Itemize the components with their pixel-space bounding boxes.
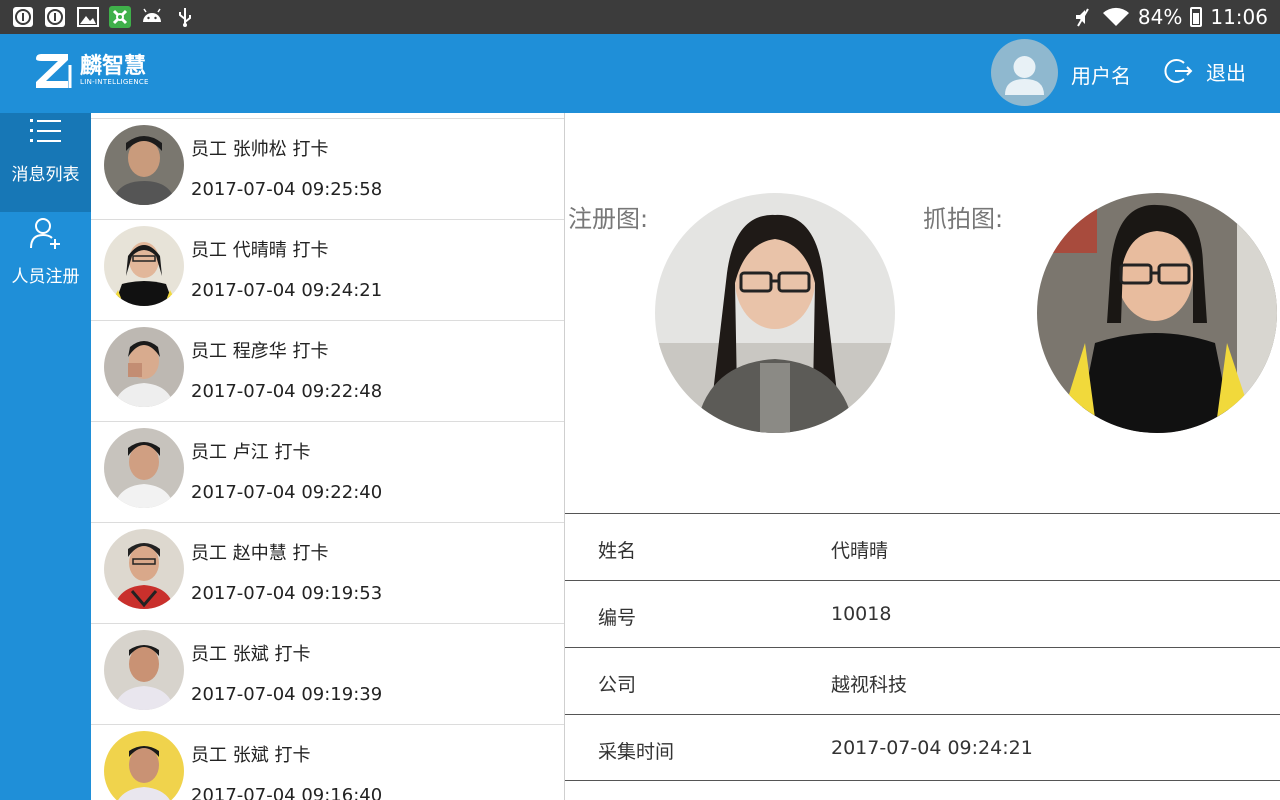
- nav-item-register[interactable]: 人员注册: [0, 213, 91, 312]
- avatar: [104, 125, 184, 205]
- app-icon: [109, 6, 131, 28]
- wifi-icon: [1102, 7, 1129, 27]
- avatar: [104, 428, 184, 508]
- info-value: 越视科技: [831, 674, 908, 696]
- logo-name: 麟智慧: [80, 54, 147, 79]
- list-item[interactable]: 员工 代晴晴 打卡 2017-07-04 09:24:21: [91, 219, 564, 320]
- logo-subtitle: LIN-INTELLIGENCE: [80, 78, 149, 86]
- status-bar: 84% 11:06: [0, 0, 1280, 34]
- image-icon: [77, 7, 99, 27]
- avatar: [104, 226, 184, 306]
- info-key: 姓名: [598, 540, 637, 562]
- list-item[interactable]: 员工 张帅松 打卡 2017-07-04 09:25:58: [91, 118, 564, 219]
- logout-button[interactable]: 退出: [1164, 56, 1246, 86]
- user-avatar[interactable]: [991, 39, 1058, 106]
- message-time: 2017-07-04 09:22:40: [191, 482, 383, 503]
- message-title: 员工 张斌 打卡: [191, 745, 311, 766]
- info-value: 代晴晴: [831, 540, 889, 562]
- message-title: 员工 代晴晴 打卡: [191, 240, 329, 261]
- info-row-name: 姓名 代晴晴: [565, 513, 1280, 580]
- user-silhouette-icon: [1005, 56, 1044, 95]
- clock: 11:06: [1210, 5, 1268, 29]
- info-row-id: 编号 10018: [565, 580, 1280, 647]
- message-title: 员工 赵中慧 打卡: [191, 543, 329, 564]
- usb-icon: [179, 8, 191, 27]
- info-key: 公司: [598, 674, 637, 696]
- nav-label: 人员注册: [11, 267, 80, 287]
- message-time: 2017-07-04 09:22:48: [191, 381, 383, 402]
- avatar: [104, 630, 184, 710]
- info-row-capture-time: 采集时间 2017-07-04 09:24:21: [565, 714, 1280, 781]
- message-title: 员工 张斌 打卡: [191, 644, 311, 665]
- message-title: 员工 程彦华 打卡: [191, 341, 329, 362]
- avatar: [104, 529, 184, 609]
- list-item[interactable]: 员工 赵中慧 打卡 2017-07-04 09:19:53: [91, 522, 564, 623]
- nav-item-message-list[interactable]: 消息列表: [0, 113, 91, 212]
- username[interactable]: 用户名: [1071, 60, 1131, 89]
- info-row-company: 公司 越视科技: [565, 647, 1280, 714]
- info-circle-icon: [45, 7, 65, 27]
- registered-photo-label: 注册图:: [568, 205, 649, 233]
- info-value: 10018: [831, 603, 892, 625]
- info-circle-icon: [13, 7, 33, 27]
- message-time: 2017-07-04 09:19:39: [191, 684, 383, 705]
- message-time: 2017-07-04 09:25:58: [191, 179, 383, 200]
- android-icon: [143, 8, 161, 22]
- app-header: 麟智慧 LIN-INTELLIGENCE 用户名 退出: [0, 34, 1280, 113]
- message-title: 员工 张帅松 打卡: [191, 139, 329, 160]
- mute-icon: [1075, 8, 1089, 27]
- list-item[interactable]: 员工 张斌 打卡 2017-07-04 09:19:39: [91, 623, 564, 724]
- list-item[interactable]: 员工 卢江 打卡 2017-07-04 09:22:40: [91, 421, 564, 522]
- registered-photo: [655, 193, 895, 433]
- info-key: 编号: [598, 607, 637, 629]
- logo-mark-icon: [36, 54, 72, 88]
- list-item[interactable]: 员工 程彦华 打卡 2017-07-04 09:22:48: [91, 320, 564, 421]
- captured-photo: [1037, 193, 1277, 433]
- message-title: 员工 卢江 打卡: [191, 442, 311, 463]
- message-time: 2017-07-04 09:19:53: [191, 583, 383, 604]
- avatar: [104, 731, 184, 800]
- avatar: [104, 327, 184, 407]
- battery-percent: 84%: [1137, 5, 1183, 29]
- message-time: 2017-07-04 09:24:21: [191, 280, 383, 301]
- detail-panel: 注册图: 抓拍图: 姓名 代晴晴 编号 10018 公司 越视科技 采集时间 2…: [565, 113, 1280, 800]
- message-list[interactable]: 员工 张帅松 打卡 2017-07-04 09:25:58 员工 代晴晴 打卡 …: [91, 113, 565, 800]
- info-value: 2017-07-04 09:24:21: [831, 737, 1033, 759]
- list-icon: [29, 119, 61, 142]
- add-user-icon: [29, 218, 60, 249]
- info-key: 采集时间: [598, 741, 675, 763]
- person-info-table: 姓名 代晴晴 编号 10018 公司 越视科技 采集时间 2017-07-04 …: [565, 513, 1280, 781]
- nav-label: 消息列表: [11, 165, 80, 185]
- logout-icon: [1164, 59, 1193, 83]
- list-item[interactable]: 员工 张斌 打卡 2017-07-04 09:16:40: [91, 724, 564, 800]
- captured-photo-label: 抓拍图:: [923, 205, 1004, 233]
- logout-label: 退出: [1206, 60, 1246, 85]
- side-nav: 消息列表 人员注册: [0, 113, 91, 800]
- battery-icon: [1190, 7, 1203, 27]
- message-time: 2017-07-04 09:16:40: [191, 785, 383, 800]
- app-logo: 麟智慧 LIN-INTELLIGENCE: [30, 51, 149, 91]
